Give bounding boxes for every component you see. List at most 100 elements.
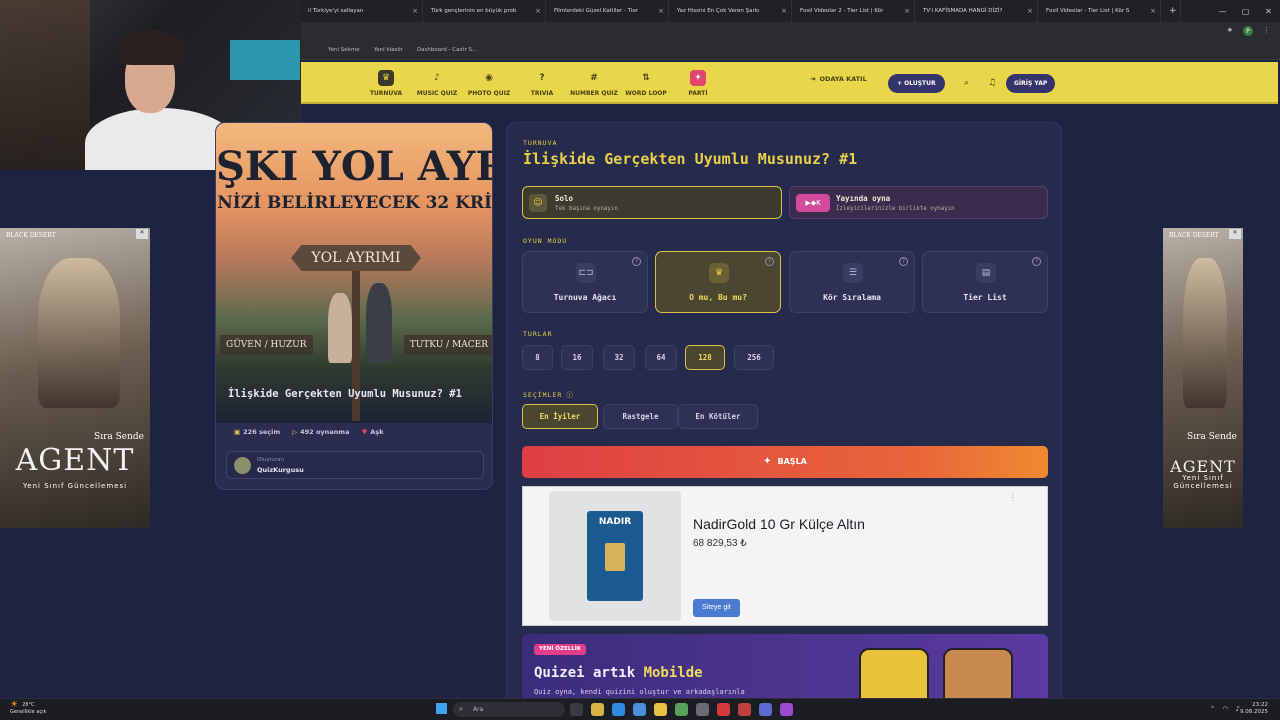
mode-tier-list[interactable]: ? ▤ Tier List [922, 251, 1048, 313]
game-settings-panel: TURNUVA İlişkide Gerçekten Uyumlu Musunu… [506, 122, 1062, 720]
nav-item-turnuva[interactable]: ♛ TURNUVA [358, 70, 414, 97]
bookmark-item[interactable]: Yeni Sekme [328, 47, 360, 53]
mode-this-or-that[interactable]: ? ♛ O mu, Bu mu? [655, 251, 781, 313]
bookmark-star-icon[interactable]: ★ [1227, 26, 1233, 36]
nav-item-music-quiz[interactable]: ♪ MUSIC QUIZ [409, 70, 465, 97]
round-option[interactable]: 64 [645, 345, 677, 370]
help-icon[interactable]: ? [899, 257, 908, 266]
category-tag[interactable]: ♥ Aşk [361, 428, 383, 436]
bookmark-item[interactable]: Dashboard - Castr S... [417, 47, 477, 53]
side-ad-right[interactable]: BLACK DESERT ✕ Sıra Sende AGENT Yeni Sın… [1163, 228, 1243, 528]
browser-tab[interactable]: Türk gençlerinin en büyük prob × [423, 0, 546, 22]
more-menu-icon[interactable]: ⋮ [1263, 26, 1270, 36]
stream-mode-option[interactable]: ▶◆K Yayında oyna İzleyicilerinizle birli… [789, 186, 1048, 219]
task-view-icon[interactable] [570, 703, 583, 716]
app-icon[interactable] [717, 703, 730, 716]
maximize-icon[interactable]: ▢ [1234, 0, 1257, 22]
app-icon[interactable] [675, 703, 688, 716]
round-option[interactable]: 32 [603, 345, 635, 370]
mode-tournament-tree[interactable]: ? ⊏⊐ Turnuva Ağacı [522, 251, 648, 313]
round-option[interactable]: 128 [685, 345, 725, 370]
round-option[interactable]: 256 [734, 345, 774, 370]
creator-box[interactable]: Oluşturan QuizKurgusu [226, 451, 484, 479]
product-ad[interactable]: NADIR ⋮ NadirGold 10 Gr Külçe Altın 68 8… [522, 486, 1048, 626]
nav-item-photo-quiz[interactable]: ◉ PHOTO QUIZ [461, 70, 517, 97]
new-tab-button[interactable]: + [1161, 0, 1181, 22]
round-option[interactable]: 16 [561, 345, 593, 370]
windows-start-icon[interactable] [436, 703, 447, 714]
ad-close-icon[interactable]: ✕ [1229, 229, 1241, 239]
browser-tab[interactable]: il Türkiye'yi sallayan × [300, 0, 423, 22]
nav-item-trivia[interactable]: ? TRIVIA [514, 70, 570, 97]
ad-close-icon[interactable]: ✕ [136, 229, 148, 239]
start-button[interactable]: ✦ BAŞLA [522, 446, 1048, 478]
choice-worst[interactable]: En Kötüler [678, 404, 758, 429]
file-explorer-icon[interactable] [591, 703, 604, 716]
help-icon[interactable]: ? [765, 257, 774, 266]
game-mode-label: OYUN MODU [523, 237, 568, 245]
join-room-link[interactable]: ⇥ ODAYA KATIL [810, 75, 867, 83]
nav-label: PHOTO QUIZ [467, 90, 511, 97]
chrome-icon[interactable] [654, 703, 667, 716]
app-icon[interactable] [780, 703, 793, 716]
tab-title: Fosil Videolar 2 - Tier List | Kör [800, 8, 884, 14]
taskbar-clock[interactable]: 23:22 9.08.2025 [1240, 702, 1268, 716]
ad-menu-icon[interactable]: ⋮ [1009, 493, 1017, 502]
nav-item-word-loop[interactable]: ⇅ WORD LOOP [618, 70, 674, 97]
promo-subtitle: Quiz oyna, kendi quizini oluştur ve arka… [534, 688, 745, 696]
windows-taskbar: ☀ 28°C Genellikle açık ⌕ Ara ⌃ ◠ ♪ 23:22 9.0… [0, 698, 1280, 720]
close-icon[interactable]: × [658, 7, 664, 15]
close-icon[interactable]: × [781, 7, 787, 15]
login-button[interactable]: GİRİŞ YAP [1006, 74, 1056, 93]
search-icon[interactable]: ⌕ [964, 78, 969, 88]
plays-count: ▷ 492 oynanma [292, 428, 349, 436]
window-controls: — ▢ ✕ [1211, 0, 1280, 22]
profile-avatar[interactable]: P [1243, 26, 1253, 36]
cover-label-left: GÜVEN / HUZUR [220, 335, 313, 355]
edge-icon[interactable] [612, 703, 625, 716]
help-icon[interactable]: ? [632, 257, 641, 266]
nav-item-parti[interactable]: ✦ PARTİ [670, 70, 726, 97]
round-option[interactable]: 8 [522, 345, 553, 370]
app-icon[interactable] [759, 703, 772, 716]
stream-subtitle: İzleyicilerinizle birlikte oynayın [836, 206, 955, 212]
chevron-up-icon[interactable]: ⌃ [1210, 705, 1216, 713]
creator-avatar [234, 457, 251, 474]
close-icon[interactable]: × [1027, 7, 1033, 15]
solo-mode-option[interactable]: ☺ Solo Tek başına oynayın [522, 186, 782, 219]
taskbar-search[interactable]: ⌕ Ara [453, 702, 565, 717]
app-icon[interactable] [738, 703, 751, 716]
create-button[interactable]: + OLUŞTUR [888, 74, 945, 93]
mode-label: Tier List [963, 293, 1007, 302]
browser-tab[interactable]: Fosil Videolar - Tier List | Kör S × [1038, 0, 1161, 22]
nav-item-number-quiz[interactable]: # NUMBER QUIZ [566, 70, 622, 97]
visit-site-button[interactable]: Siteye git [693, 599, 740, 617]
choice-random[interactable]: Rastgele [603, 404, 678, 429]
camera-icon: ◉ [485, 73, 493, 83]
choice-best[interactable]: En İyiler [522, 404, 598, 429]
browser-tab[interactable]: Yaz Hissini En Çok Veren Şarkı × [669, 0, 792, 22]
close-window-icon[interactable]: ✕ [1257, 0, 1280, 22]
browser-tab[interactable]: Fosil Videolar 2 - Tier List | Kör × [792, 0, 915, 22]
minimize-icon[interactable]: — [1211, 0, 1234, 22]
help-icon[interactable]: ⓘ [566, 391, 574, 399]
bookmark-folder[interactable]: Yeni klasör [374, 47, 403, 53]
app-icon[interactable] [696, 703, 709, 716]
close-icon[interactable]: × [535, 7, 541, 15]
wifi-icon[interactable]: ◠ [1222, 705, 1228, 713]
creator-name: QuizKurgusu [257, 466, 304, 474]
browser-tab[interactable]: Filmlerdeki Güzel Katiller - Tier × [546, 0, 669, 22]
bell-icon[interactable]: ♫ [988, 78, 996, 88]
bracket-icon: ⊏⊐ [576, 263, 596, 283]
browser-tab[interactable]: TV'i KAFİSMADA HANGİ DİZİ? × [915, 0, 1038, 22]
ad-brand: BLACK DESERT [1169, 232, 1219, 239]
help-icon[interactable]: ? [1032, 257, 1041, 266]
close-icon[interactable]: × [412, 7, 418, 15]
side-ad-left[interactable]: BLACK DESERT ✕ Sıra Sende AGENT Yeni Sın… [0, 228, 150, 528]
hash-icon: # [590, 73, 598, 83]
weather-widget[interactable]: ☀ 28°C Genellikle açık [10, 701, 46, 716]
mail-icon[interactable] [633, 703, 646, 716]
close-icon[interactable]: × [904, 7, 910, 15]
close-icon[interactable]: × [1150, 7, 1156, 15]
mode-blind-ranking[interactable]: ? ☰ Kör Sıralama [789, 251, 915, 313]
